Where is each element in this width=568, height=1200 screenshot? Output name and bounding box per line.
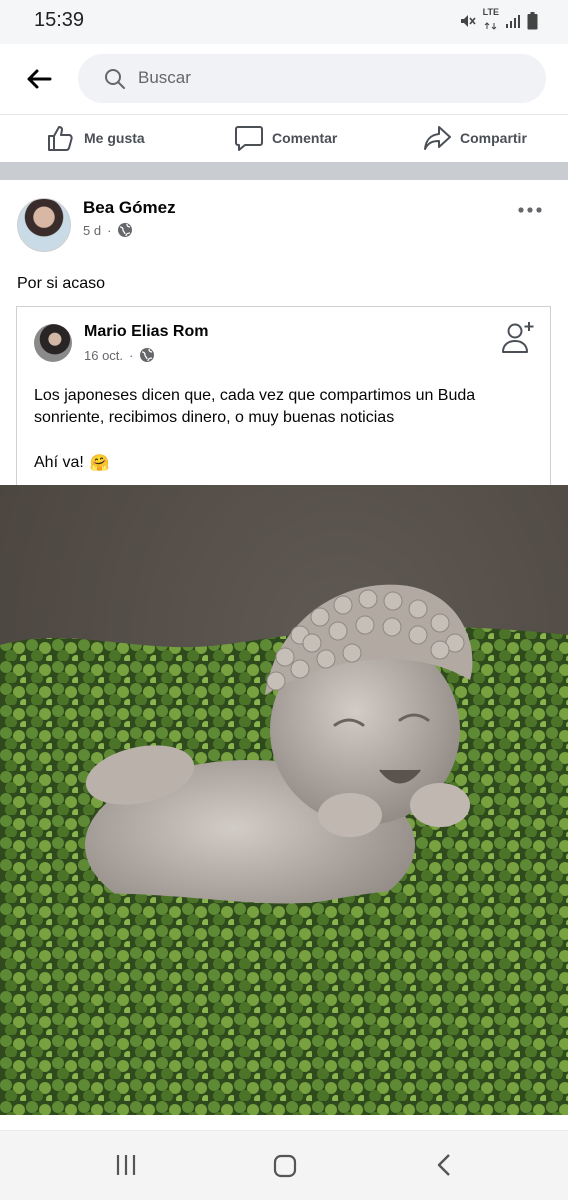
post-action-bar: Me gusta Comentar Compartir xyxy=(0,114,568,162)
mute-icon xyxy=(460,15,476,27)
meta-dot: · xyxy=(107,222,112,238)
status-bar: 15:39 LTE xyxy=(0,0,568,44)
hugging-face-emoji: 🤗 xyxy=(89,455,110,472)
system-nav-bar xyxy=(0,1130,568,1200)
comment-icon xyxy=(235,126,263,151)
comment-label: Comentar xyxy=(272,130,338,146)
battery-icon xyxy=(527,12,538,30)
more-options-icon[interactable] xyxy=(518,206,542,214)
shared-post-text-2: Ahí va! 🤗 xyxy=(34,453,110,473)
signal-icon xyxy=(506,15,520,28)
like-button[interactable]: Me gusta xyxy=(46,121,145,155)
shared-post-meta: 16 oct. · xyxy=(84,347,155,363)
network-label: LTE xyxy=(482,6,499,17)
thumbs-up-icon xyxy=(48,126,73,151)
globe-icon xyxy=(118,223,133,237)
share-button[interactable]: Compartir xyxy=(422,121,527,155)
feed-separator xyxy=(0,162,568,180)
search-input[interactable]: Buscar xyxy=(78,54,546,103)
add-friend-icon[interactable] xyxy=(500,319,536,355)
author-name[interactable]: Bea Gómez xyxy=(83,198,176,218)
share-label: Compartir xyxy=(460,130,527,146)
share-icon xyxy=(424,126,451,150)
recent-apps-icon[interactable] xyxy=(114,1153,138,1177)
like-label: Me gusta xyxy=(84,130,145,146)
globe-icon xyxy=(140,348,155,362)
shared-author-name[interactable]: Mario Elias Rom xyxy=(84,323,208,341)
author-avatar[interactable] xyxy=(17,198,71,252)
back-icon[interactable] xyxy=(434,1153,454,1177)
search-header: Buscar xyxy=(0,44,568,114)
shared-author-avatar[interactable] xyxy=(34,324,72,362)
shared-post-text: Los japoneses dicen que, cada vez que co… xyxy=(34,387,476,426)
post-text: Por si acaso xyxy=(17,275,106,292)
status-icons: LTE xyxy=(459,6,538,35)
post-meta: 5 d · xyxy=(83,222,133,238)
comment-button[interactable]: Comentar xyxy=(234,121,337,155)
buddha-statue-image xyxy=(0,485,568,1115)
post-image[interactable] xyxy=(0,485,568,1115)
back-arrow-icon[interactable] xyxy=(26,68,52,90)
lte-icon: LTE xyxy=(482,6,499,35)
home-icon[interactable] xyxy=(272,1153,298,1179)
meta-dot: · xyxy=(129,347,134,363)
status-time: 15:39 xyxy=(34,9,85,31)
shared-post-date[interactable]: 16 oct. xyxy=(84,348,123,363)
search-placeholder: Buscar xyxy=(138,68,191,87)
post-time[interactable]: 5 d xyxy=(83,223,101,238)
search-icon xyxy=(105,69,125,89)
shared-post-exclamation: Ahí va! xyxy=(34,454,84,471)
